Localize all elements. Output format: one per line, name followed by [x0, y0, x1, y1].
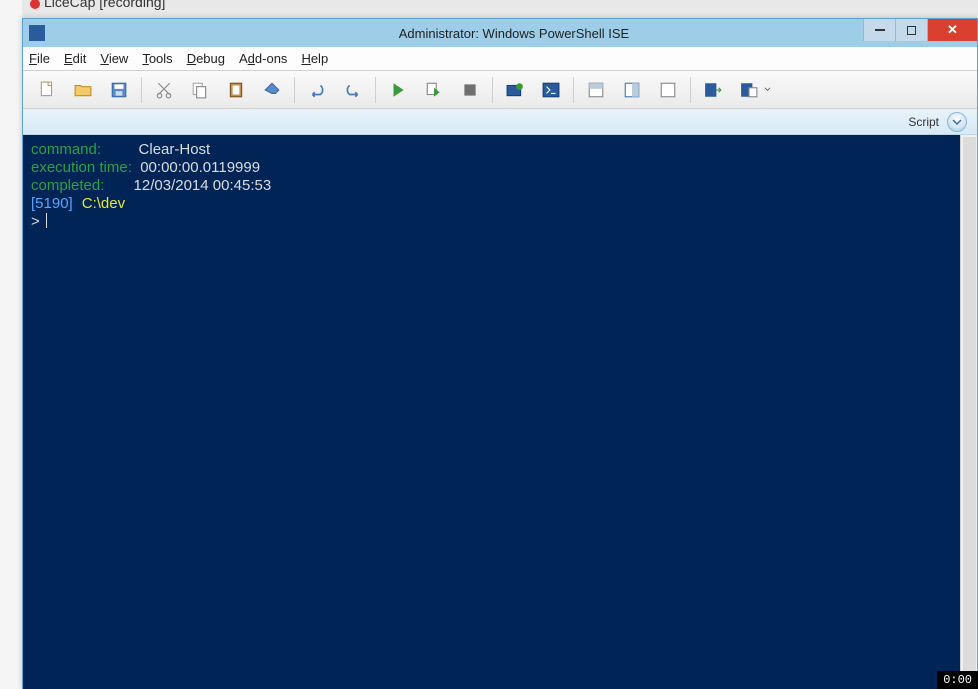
vertical-scrollbar[interactable]: [960, 135, 977, 689]
script-pane-header: Script: [23, 109, 977, 135]
menu-addons[interactable]: Add-ons: [239, 51, 287, 66]
script-pane-label: Script: [908, 115, 939, 129]
show-script-max-button[interactable]: [650, 75, 686, 105]
undo-button[interactable]: [299, 75, 335, 105]
script-pane-toggle-button[interactable]: [947, 112, 967, 132]
new-remote-tab-button[interactable]: [497, 75, 533, 105]
menu-help[interactable]: Help: [301, 51, 328, 66]
run-script-button[interactable]: [380, 75, 416, 105]
paste-button[interactable]: [218, 75, 254, 105]
record-indicator-icon: [30, 2, 42, 11]
show-command-window-button[interactable]: [731, 75, 767, 105]
toolbar: [23, 71, 977, 109]
clear-console-button[interactable]: [254, 75, 290, 105]
cut-button[interactable]: [146, 75, 182, 105]
titlebar[interactable]: Administrator: Windows PowerShell ISE ✕: [23, 19, 977, 47]
cursor-icon: [46, 213, 47, 228]
close-button[interactable]: ✕: [927, 19, 977, 41]
show-command-addon-button[interactable]: [695, 75, 731, 105]
scroll-thumb[interactable]: [963, 137, 976, 689]
console-pane[interactable]: command: Clear-Host execution time: 00:0…: [23, 135, 960, 689]
desktop-left-strip: [0, 0, 22, 689]
powershell-ise-window: Administrator: Windows PowerShell ISE ✕ …: [22, 18, 978, 689]
recording-timer: 0:00: [937, 671, 978, 689]
menu-tools[interactable]: Tools: [142, 51, 172, 66]
background-taskbar-text: LiceCap [recording]: [44, 0, 165, 12]
show-script-top-button[interactable]: [578, 75, 614, 105]
menu-view[interactable]: View: [100, 51, 128, 66]
minimize-button[interactable]: [863, 19, 895, 41]
redo-button[interactable]: [335, 75, 371, 105]
open-file-button[interactable]: [65, 75, 101, 105]
toolbar-overflow-arrow[interactable]: [763, 86, 771, 93]
show-script-right-button[interactable]: [614, 75, 650, 105]
stop-button[interactable]: [452, 75, 488, 105]
copy-button[interactable]: [182, 75, 218, 105]
app-icon: [29, 25, 45, 41]
maximize-button[interactable]: [895, 19, 927, 41]
menubar: File Edit View Tools Debug Add-ons Help: [23, 47, 977, 71]
start-powershell-button[interactable]: [533, 75, 569, 105]
window-title: Administrator: Windows PowerShell ISE: [51, 26, 977, 41]
menu-debug[interactable]: Debug: [187, 51, 225, 66]
save-button[interactable]: [101, 75, 137, 105]
menu-edit[interactable]: Edit: [64, 51, 86, 66]
run-selection-button[interactable]: [416, 75, 452, 105]
menu-file[interactable]: File: [29, 51, 50, 66]
new-file-button[interactable]: [29, 75, 65, 105]
